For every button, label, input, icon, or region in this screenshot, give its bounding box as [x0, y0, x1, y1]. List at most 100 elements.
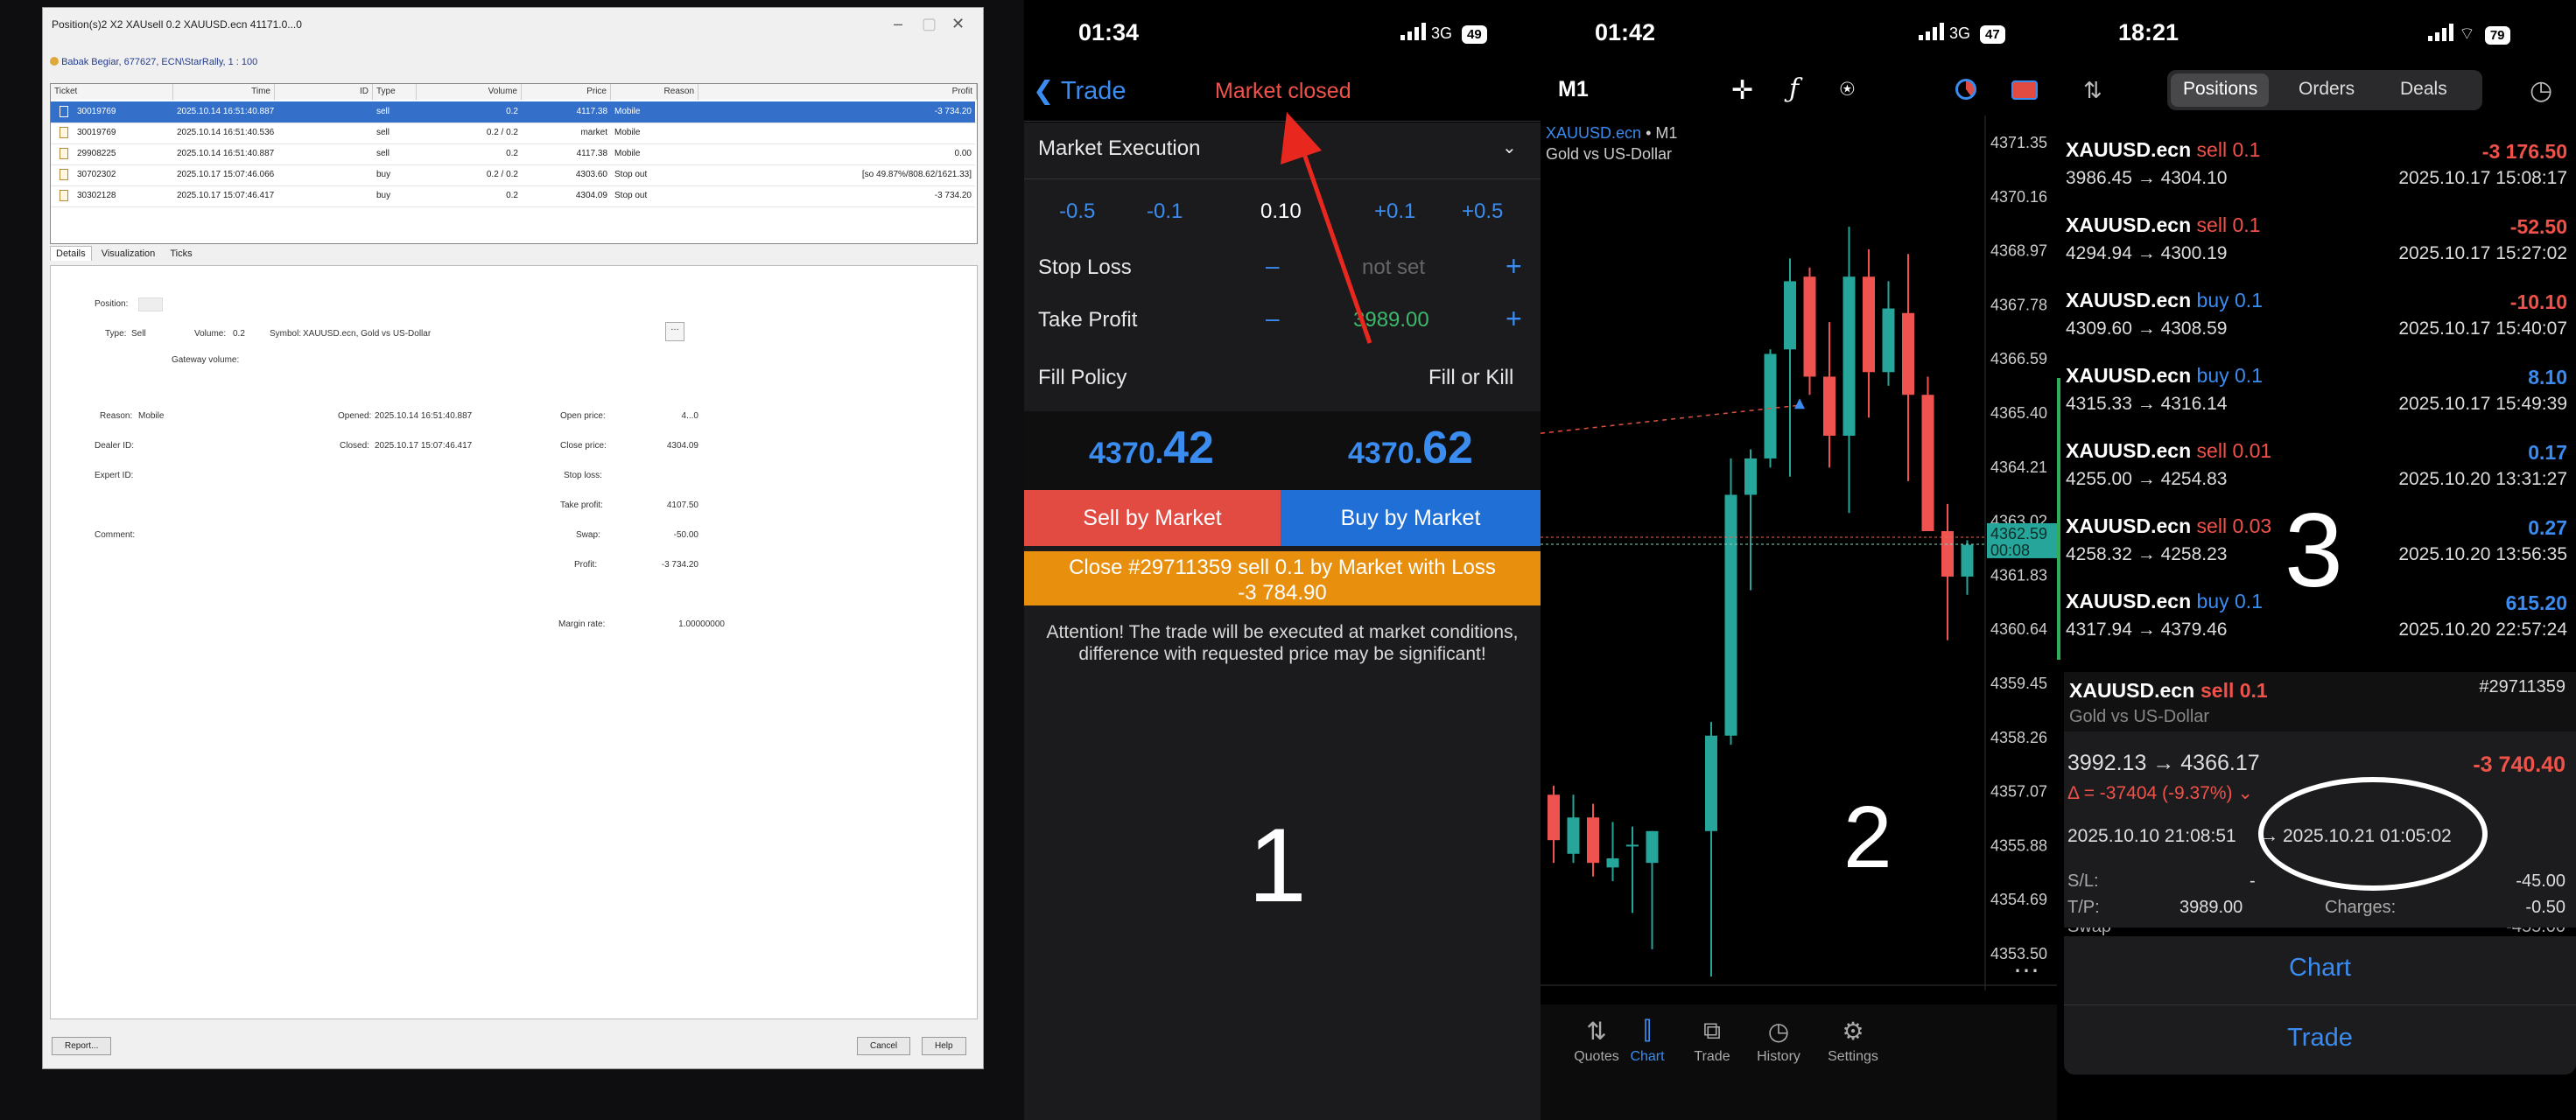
- close-position-button[interactable]: Close #29711359 sell 0.1 by Market with …: [1024, 551, 1541, 606]
- position-marker: [2057, 378, 2060, 660]
- tab-history-label: History: [1757, 1049, 1800, 1064]
- trade-action-button[interactable]: Trade: [2064, 1024, 2576, 1053]
- more-icon[interactable]: ⋯: [2013, 956, 2039, 986]
- position-date: 2025.10.20 22:57:24: [2398, 620, 2567, 640]
- close-icon[interactable]: ✕: [951, 15, 965, 33]
- segment-deals[interactable]: Deals: [2400, 79, 2447, 100]
- tab-ticks[interactable]: Ticks: [165, 247, 197, 261]
- table-cell-reason: Stop out: [614, 170, 648, 179]
- position-pl: 0.17: [2528, 441, 2567, 464]
- position-symbol: XAUUSD.ecn sell 0.01: [2066, 439, 2272, 462]
- candle-body: [1724, 494, 1737, 736]
- candle-body: [1705, 735, 1717, 831]
- tab-history[interactable]: ◷ History: [1752, 1017, 1805, 1065]
- crosshair-icon[interactable]: ✛: [1731, 75, 1753, 106]
- tab-chart[interactable]: ⫿ Chart: [1621, 1017, 1674, 1065]
- volume-label: Volume:: [194, 329, 227, 339]
- position-item[interactable]: XAUUSD.ecn sell 0.1 4294.94 → 4300.19 -52.…: [2057, 203, 2576, 278]
- table-cell-profit: 0.00: [954, 149, 972, 158]
- table-cell-ticket: 30302128: [77, 191, 116, 200]
- candle-body: [1548, 794, 1560, 841]
- ask-price-main: 4370.: [1348, 437, 1423, 470]
- table-row[interactable]: 30302128 2025.10.17 15:07:46.417 buy 0.2 430…: [51, 186, 975, 207]
- segment-positions[interactable]: Positions: [2183, 79, 2257, 100]
- history-icon: ◷: [1767, 1018, 1790, 1045]
- buy-by-market-button[interactable]: Buy by Market: [1281, 490, 1541, 546]
- tab-settings[interactable]: ⚙ Settings: [1822, 1017, 1884, 1065]
- col-header[interactable]: Type: [373, 84, 417, 100]
- sort-icon[interactable]: ⇅: [2083, 77, 2102, 104]
- table-cell-price: 4303.60: [575, 170, 607, 179]
- detail-swap-value: -45.00: [2516, 872, 2565, 891]
- col-header[interactable]: Time: [173, 84, 275, 100]
- objects-icon[interactable]: ⍟: [1840, 75, 1855, 104]
- position-date: 2025.10.17 15:08:17: [2398, 168, 2567, 188]
- trade-levels-icon[interactable]: [2011, 80, 2038, 100]
- position-side: buy 0.1: [2196, 289, 2263, 312]
- detail-ticket: #29711359: [2479, 677, 2565, 696]
- table-row[interactable]: 30019769 2025.10.14 16:51:40.536 sell 0.2 /…: [51, 122, 975, 144]
- table-cell-type: buy: [376, 170, 391, 179]
- tab-details[interactable]: Details: [50, 246, 92, 261]
- col-header[interactable]: Price: [522, 84, 611, 100]
- position-item[interactable]: XAUUSD.ecn sell 0.1 3986.45 → 4304.10 -3 1…: [2057, 128, 2576, 203]
- segment-orders[interactable]: Orders: [2299, 79, 2355, 100]
- table-cell-volume: 0.2 / 0.2: [486, 128, 518, 137]
- y-tick-label: 4368.97: [1990, 242, 2047, 260]
- col-header[interactable]: Volume: [417, 84, 522, 100]
- detail-charges-value: -0.50: [2525, 898, 2565, 917]
- bid-price-main: 4370.: [1089, 437, 1164, 470]
- help-button[interactable]: Help: [922, 1037, 966, 1055]
- gateway-label: Gateway volume:: [172, 355, 240, 365]
- margin-label: Margin rate:: [558, 620, 606, 629]
- price-tag-value: 4362.59: [1990, 525, 2047, 542]
- position-item[interactable]: XAUUSD.ecn buy 0.1 4309.60 → 4308.59 -10.1…: [2057, 278, 2576, 354]
- tab-trade[interactable]: ⧉ Trade: [1686, 1017, 1738, 1065]
- maximize-icon[interactable]: ▢: [922, 15, 937, 33]
- tab-settings-label: Settings: [1828, 1049, 1878, 1064]
- col-header[interactable]: Reason: [611, 84, 698, 100]
- detail-sl-value: -: [2250, 872, 2256, 891]
- quotes-icon: ⇅: [1586, 1018, 1607, 1045]
- candlestick-chart[interactable]: 4371.35 4370.16 4368.97 4367.78 4366.59 4365.…: [1541, 116, 2057, 990]
- profit-label: Profit:: [574, 560, 598, 570]
- table-cell-price: market: [580, 128, 607, 137]
- segment-control: Positions Orders Deals: [2167, 70, 2482, 110]
- tab-visualization[interactable]: Visualization: [96, 247, 161, 261]
- clock-history-icon[interactable]: ◷: [2530, 75, 2552, 106]
- col-header[interactable]: Profit: [698, 84, 977, 100]
- user-icon: [50, 57, 59, 66]
- position-prices: 4258.32 → 4258.23: [2066, 544, 2228, 564]
- tab-quotes[interactable]: ⇅ Quotes: [1570, 1017, 1623, 1065]
- indicators-icon[interactable]: ƒ: [1789, 74, 1799, 104]
- cancel-button[interactable]: Cancel: [857, 1037, 911, 1055]
- open-price-label: Open price:: [560, 411, 606, 421]
- position-date: 2025.10.20 13:56:35: [2398, 544, 2567, 564]
- one-click-trading-icon[interactable]: [1955, 79, 1976, 100]
- x-tick-label: 20 Oct 23:54: [1553, 989, 1643, 990]
- chart-action-button[interactable]: Chart: [2064, 954, 2576, 983]
- table-cell-time: 2025.10.17 15:07:46.417: [177, 191, 275, 200]
- swap-label: Swap:: [576, 530, 600, 540]
- sell-by-market-button[interactable]: Sell by Market: [1024, 490, 1281, 546]
- symbol-more-button[interactable]: …: [665, 322, 684, 341]
- table-row[interactable]: 30702302 2025.10.17 15:07:46.066 buy 0.2 / …: [51, 164, 975, 186]
- col-header[interactable]: Ticket: [51, 84, 173, 100]
- detail-delta: Δ = -37404 (-9.37%) ⌄: [2067, 783, 2253, 803]
- annotation-arrow: [1281, 112, 1372, 344]
- table-cell-ticket: 30702302: [77, 170, 116, 179]
- position-pl: 8.10: [2528, 366, 2567, 388]
- status-bar: 3G 47: [1919, 23, 2005, 44]
- timeframe-button[interactable]: M1: [1558, 77, 1589, 102]
- position-item[interactable]: XAUUSD.ecn buy 0.1 4315.33 → 4316.14 8.10 2…: [2057, 354, 2576, 429]
- position-prices: 4317.94 → 4379.46: [2066, 620, 2228, 640]
- report-button[interactable]: Report...: [52, 1037, 112, 1055]
- trade-marker-icon: [1794, 398, 1805, 410]
- ask-price-big: 62: [1422, 423, 1473, 473]
- table-row[interactable]: 29908225 2025.10.14 16:51:40.887 sell 0.2 41…: [51, 144, 975, 165]
- y-tick-label: 4354.69: [1990, 891, 2047, 908]
- table-row[interactable]: 30019769 2025.10.14 16:51:40.887 sell 0.2 41…: [51, 102, 975, 123]
- minimize-icon[interactable]: –: [894, 15, 902, 33]
- col-header[interactable]: ID: [275, 84, 373, 100]
- swap-value: -50.00: [673, 530, 698, 540]
